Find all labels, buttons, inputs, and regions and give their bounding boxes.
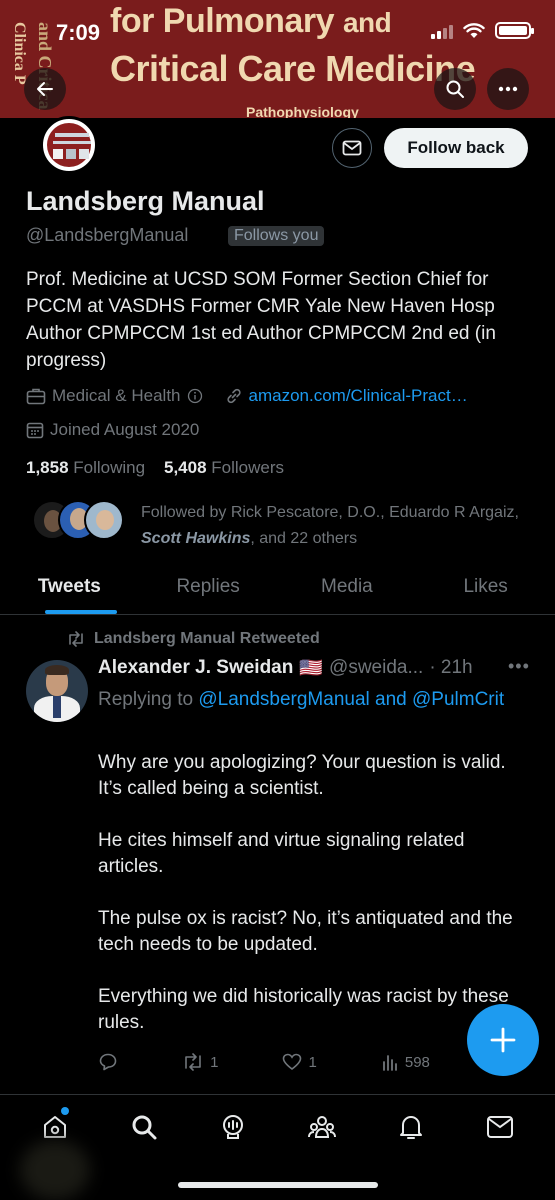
wifi-icon — [463, 22, 485, 38]
nav-spaces[interactable] — [211, 1107, 255, 1147]
mail-icon — [487, 1116, 514, 1138]
retweet-context: Landsberg Manual Retweeted — [66, 630, 320, 648]
profile-tabs: Tweets Replies Media Likes — [0, 570, 555, 615]
profile-name: Landsberg Manual — [26, 186, 265, 216]
profile-avatar[interactable] — [40, 116, 98, 174]
replying-to: Replying to @LandsbergManual and @PulmCr… — [98, 689, 505, 710]
banner-title-line1: for Pulmonary and — [110, 2, 392, 40]
banner-title-line2: Critical Care Medicine — [110, 48, 476, 89]
profile-handle: @LandsbergManual — [26, 225, 189, 245]
tweet-more-icon[interactable]: ••• — [508, 656, 530, 677]
followed-by-text[interactable]: Followed by Rick Pescatore, D.O., Eduard… — [141, 500, 531, 552]
retweet-count: 1 — [210, 1053, 219, 1071]
nav-messages[interactable] — [478, 1107, 522, 1147]
view-count: 598 — [404, 1053, 430, 1071]
avatar — [84, 500, 124, 540]
follows-you-badge: Follows you — [228, 226, 325, 246]
plus-icon — [490, 1027, 516, 1053]
status-icons — [431, 22, 534, 39]
following-link[interactable]: 1,858 Following — [26, 458, 145, 477]
tweet-header: Alexander J. Sweidan 🇺🇸 @sweida... · 21h — [98, 656, 473, 680]
profile-joined-row: Joined August 2020 — [26, 420, 199, 440]
search-button[interactable] — [434, 68, 476, 110]
search-icon — [132, 1115, 157, 1140]
back-button[interactable] — [24, 68, 66, 110]
follow-counts: 1,858 Following 5,408 Followers — [26, 458, 284, 478]
profile-bio: Prof. Medicine at UCSD SOM Former Sectio… — [26, 269, 496, 371]
tweet-actions: 1 1 598 — [98, 1052, 518, 1072]
reply-icon — [99, 1053, 117, 1071]
notification-dot — [60, 1107, 69, 1115]
banner-side-text: Clinica P — [11, 22, 28, 85]
follow-back-button[interactable]: Follow back — [384, 128, 528, 168]
mail-icon — [342, 140, 362, 156]
followers-link[interactable]: 5,408 Followers — [164, 458, 284, 477]
profile-joined: Joined August 2020 — [50, 420, 200, 439]
spaces-icon — [222, 1115, 243, 1139]
reply-button[interactable] — [98, 1052, 118, 1072]
home-icon — [43, 1116, 66, 1138]
heart-icon — [283, 1053, 302, 1071]
battery-icon — [495, 22, 534, 39]
tab-tweets[interactable]: Tweets — [0, 570, 139, 614]
tweet-time[interactable]: · 21h — [429, 657, 472, 679]
more-dots-icon — [498, 86, 518, 92]
communities-icon — [308, 1116, 337, 1138]
background-blur — [20, 1140, 90, 1200]
tab-likes[interactable]: Likes — [416, 570, 555, 614]
tweet-author-name[interactable]: Alexander J. Sweidan — [98, 657, 293, 679]
followed-by-avatars[interactable] — [32, 500, 124, 540]
cellular-signal-icon — [431, 23, 453, 39]
profile-link[interactable]: amazon.com/Clinical-Pract… — [249, 386, 468, 406]
status-time: 7:09 — [56, 20, 101, 45]
bell-icon — [400, 1116, 423, 1139]
tab-media[interactable]: Media — [278, 570, 417, 614]
compose-tweet-button[interactable] — [467, 1004, 539, 1076]
profile-meta-row: Medical & Health amazon.com/Clinical-Pra… — [26, 386, 468, 406]
tweet-text: Why are you apologizing? Your question i… — [98, 752, 513, 1033]
profile-category: Medical & Health — [52, 386, 181, 405]
nav-search[interactable] — [122, 1107, 166, 1147]
link-icon — [226, 388, 241, 404]
views-button[interactable]: 598 — [381, 1052, 430, 1072]
arrow-left-icon — [37, 82, 53, 96]
like-button[interactable]: 1 — [282, 1052, 317, 1072]
more-options-button[interactable] — [487, 68, 529, 110]
banner-title-line3: Pathophysiology — [246, 104, 359, 118]
flag-icon: 🇺🇸 — [299, 658, 324, 679]
info-icon[interactable] — [187, 388, 203, 404]
tweet-author-avatar[interactable] — [26, 660, 88, 722]
calendar-icon — [26, 422, 44, 439]
retweet-icon — [69, 631, 83, 647]
bar-chart-icon — [382, 1055, 397, 1071]
tweet-author-handle[interactable]: @sweida... — [329, 657, 423, 679]
nav-communities[interactable] — [300, 1107, 344, 1147]
retweet-icon — [185, 1053, 201, 1071]
search-icon — [446, 80, 464, 98]
like-count: 1 — [308, 1053, 317, 1071]
retweet-button[interactable]: 1 — [182, 1052, 218, 1072]
nav-notifications[interactable] — [389, 1107, 433, 1147]
tab-replies[interactable]: Replies — [139, 570, 278, 614]
retweeted-by-label: Landsberg Manual Retweeted — [94, 630, 320, 647]
briefcase-icon — [26, 388, 46, 405]
message-button[interactable] — [332, 128, 372, 168]
replying-to-links[interactable]: @LandsbergManual and @PulmCrit — [198, 689, 504, 710]
home-indicator[interactable] — [178, 1182, 378, 1188]
